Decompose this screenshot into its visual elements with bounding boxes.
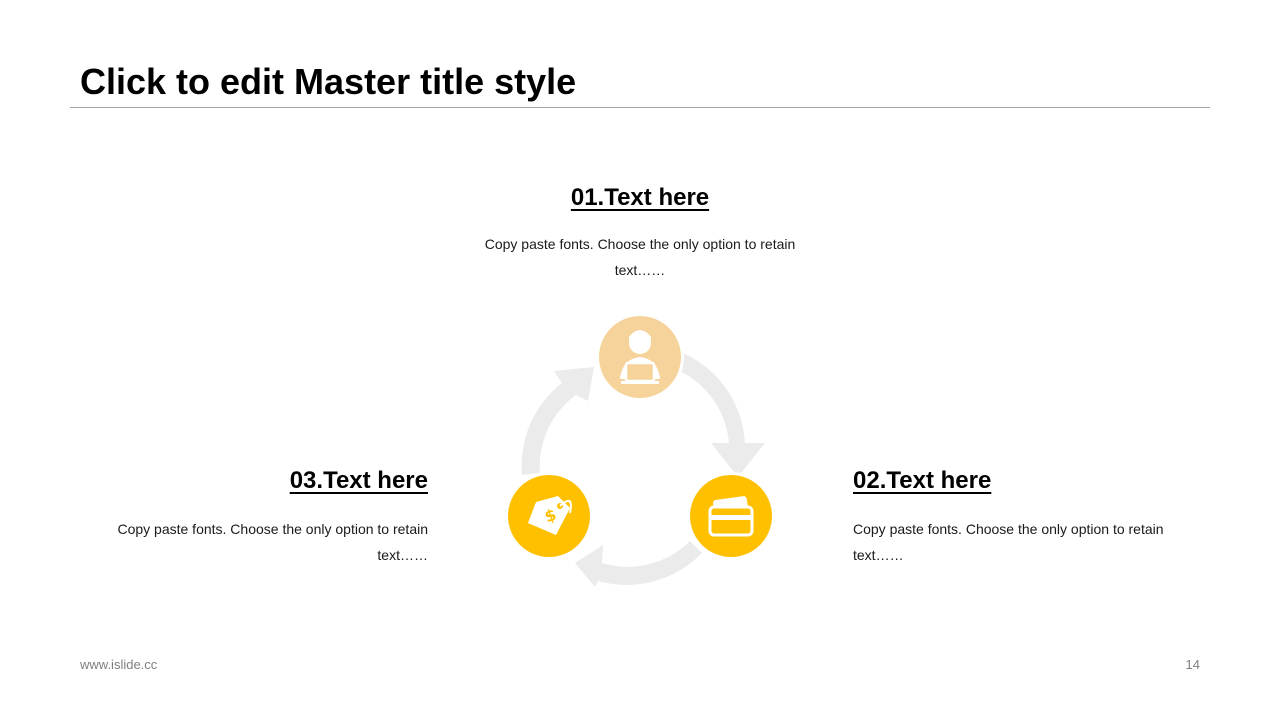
cycle-diagram: $ <box>505 313 775 587</box>
title-divider <box>70 107 1210 108</box>
arrow-2-to-3 <box>575 541 702 587</box>
node-1 <box>596 313 684 401</box>
node-2 <box>687 472 775 560</box>
node-3: $ <box>505 472 593 560</box>
item-1-block: 01.Text here Copy paste fonts. Choose th… <box>470 183 810 283</box>
item-2-body: Copy paste fonts. Choose the only option… <box>853 521 1164 563</box>
item-3-body: Copy paste fonts. Choose the only option… <box>117 521 428 563</box>
item-2-heading: 02.Text here <box>853 467 992 494</box>
item-1-heading: 01.Text here <box>570 184 710 211</box>
credit-card-icon <box>708 496 754 537</box>
arrow-3-to-1 <box>521 367 594 475</box>
item-3-heading: 03.Text here <box>289 467 428 494</box>
footer-url: www.islide.cc <box>80 657 158 672</box>
slide-title: Click to edit Master title style <box>80 61 577 102</box>
page-number: 14 <box>1185 657 1200 672</box>
item-1-body: Copy paste fonts. Choose the only option… <box>484 236 796 278</box>
item-3-block: 03.Text here Copy paste fonts. Choose th… <box>88 466 428 568</box>
item-2-block: 02.Text here Copy paste fonts. Choose th… <box>853 466 1193 568</box>
arrow-1-to-2 <box>675 353 765 477</box>
